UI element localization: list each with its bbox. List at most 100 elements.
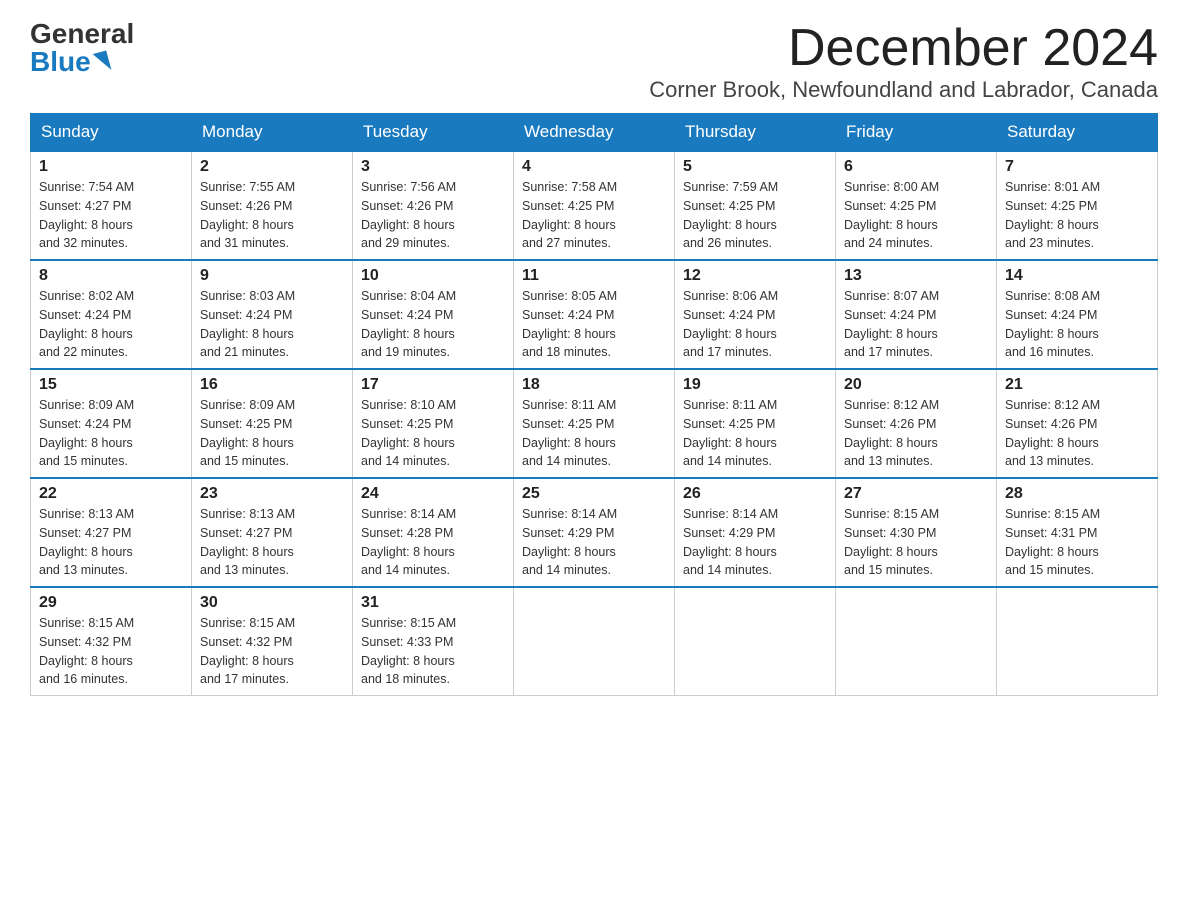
day-number: 24 xyxy=(361,485,505,503)
day-number: 13 xyxy=(844,267,988,285)
calendar-cell: 2 Sunrise: 7:55 AMSunset: 4:26 PMDayligh… xyxy=(192,151,353,260)
logo-general-text: General xyxy=(30,20,134,48)
day-number: 8 xyxy=(39,267,183,285)
calendar-cell: 9 Sunrise: 8:03 AMSunset: 4:24 PMDayligh… xyxy=(192,260,353,369)
day-info: Sunrise: 8:00 AMSunset: 4:25 PMDaylight:… xyxy=(844,180,939,250)
day-number: 10 xyxy=(361,267,505,285)
day-info: Sunrise: 7:59 AMSunset: 4:25 PMDaylight:… xyxy=(683,180,778,250)
calendar-cell xyxy=(514,587,675,696)
logo-blue-text: Blue xyxy=(30,48,109,76)
calendar-cell: 1 Sunrise: 7:54 AMSunset: 4:27 PMDayligh… xyxy=(31,151,192,260)
day-info: Sunrise: 8:15 AMSunset: 4:32 PMDaylight:… xyxy=(39,616,134,686)
title-block: December 2024 Corner Brook, Newfoundland… xyxy=(649,20,1158,103)
logo-triangle-icon xyxy=(92,51,111,74)
calendar-cell: 11 Sunrise: 8:05 AMSunset: 4:24 PMDaylig… xyxy=(514,260,675,369)
day-number: 2 xyxy=(200,158,344,176)
day-info: Sunrise: 8:09 AMSunset: 4:25 PMDaylight:… xyxy=(200,398,295,468)
day-number: 30 xyxy=(200,594,344,612)
day-number: 19 xyxy=(683,376,827,394)
header: General Blue December 2024 Corner Brook,… xyxy=(30,20,1158,103)
day-number: 18 xyxy=(522,376,666,394)
day-info: Sunrise: 8:14 AMSunset: 4:28 PMDaylight:… xyxy=(361,507,456,577)
day-number: 9 xyxy=(200,267,344,285)
day-info: Sunrise: 8:02 AMSunset: 4:24 PMDaylight:… xyxy=(39,289,134,359)
day-info: Sunrise: 8:01 AMSunset: 4:25 PMDaylight:… xyxy=(1005,180,1100,250)
day-number: 11 xyxy=(522,267,666,285)
day-number: 7 xyxy=(1005,158,1149,176)
calendar-cell: 21 Sunrise: 8:12 AMSunset: 4:26 PMDaylig… xyxy=(997,369,1158,478)
calendar-cell: 18 Sunrise: 8:11 AMSunset: 4:25 PMDaylig… xyxy=(514,369,675,478)
day-info: Sunrise: 8:03 AMSunset: 4:24 PMDaylight:… xyxy=(200,289,295,359)
week-row-3: 15 Sunrise: 8:09 AMSunset: 4:24 PMDaylig… xyxy=(31,369,1158,478)
day-number: 4 xyxy=(522,158,666,176)
calendar-cell: 29 Sunrise: 8:15 AMSunset: 4:32 PMDaylig… xyxy=(31,587,192,696)
day-number: 1 xyxy=(39,158,183,176)
col-header-saturday: Saturday xyxy=(997,114,1158,152)
day-info: Sunrise: 8:08 AMSunset: 4:24 PMDaylight:… xyxy=(1005,289,1100,359)
calendar-cell: 4 Sunrise: 7:58 AMSunset: 4:25 PMDayligh… xyxy=(514,151,675,260)
day-info: Sunrise: 8:11 AMSunset: 4:25 PMDaylight:… xyxy=(522,398,616,468)
location-title: Corner Brook, Newfoundland and Labrador,… xyxy=(649,77,1158,103)
col-header-monday: Monday xyxy=(192,114,353,152)
calendar-cell: 13 Sunrise: 8:07 AMSunset: 4:24 PMDaylig… xyxy=(836,260,997,369)
calendar-cell: 23 Sunrise: 8:13 AMSunset: 4:27 PMDaylig… xyxy=(192,478,353,587)
calendar-cell: 16 Sunrise: 8:09 AMSunset: 4:25 PMDaylig… xyxy=(192,369,353,478)
day-info: Sunrise: 7:54 AMSunset: 4:27 PMDaylight:… xyxy=(39,180,134,250)
day-number: 25 xyxy=(522,485,666,503)
day-number: 22 xyxy=(39,485,183,503)
day-info: Sunrise: 7:56 AMSunset: 4:26 PMDaylight:… xyxy=(361,180,456,250)
day-number: 29 xyxy=(39,594,183,612)
calendar-table: SundayMondayTuesdayWednesdayThursdayFrid… xyxy=(30,113,1158,696)
day-info: Sunrise: 8:05 AMSunset: 4:24 PMDaylight:… xyxy=(522,289,617,359)
week-row-4: 22 Sunrise: 8:13 AMSunset: 4:27 PMDaylig… xyxy=(31,478,1158,587)
calendar-cell: 27 Sunrise: 8:15 AMSunset: 4:30 PMDaylig… xyxy=(836,478,997,587)
day-info: Sunrise: 8:13 AMSunset: 4:27 PMDaylight:… xyxy=(39,507,134,577)
day-info: Sunrise: 8:06 AMSunset: 4:24 PMDaylight:… xyxy=(683,289,778,359)
day-info: Sunrise: 8:12 AMSunset: 4:26 PMDaylight:… xyxy=(1005,398,1100,468)
calendar-cell: 7 Sunrise: 8:01 AMSunset: 4:25 PMDayligh… xyxy=(997,151,1158,260)
day-info: Sunrise: 8:15 AMSunset: 4:31 PMDaylight:… xyxy=(1005,507,1100,577)
day-info: Sunrise: 8:14 AMSunset: 4:29 PMDaylight:… xyxy=(522,507,617,577)
calendar-cell: 12 Sunrise: 8:06 AMSunset: 4:24 PMDaylig… xyxy=(675,260,836,369)
day-number: 5 xyxy=(683,158,827,176)
day-info: Sunrise: 8:15 AMSunset: 4:33 PMDaylight:… xyxy=(361,616,456,686)
week-row-2: 8 Sunrise: 8:02 AMSunset: 4:24 PMDayligh… xyxy=(31,260,1158,369)
calendar-cell: 5 Sunrise: 7:59 AMSunset: 4:25 PMDayligh… xyxy=(675,151,836,260)
col-header-tuesday: Tuesday xyxy=(353,114,514,152)
day-number: 14 xyxy=(1005,267,1149,285)
day-number: 26 xyxy=(683,485,827,503)
day-number: 31 xyxy=(361,594,505,612)
day-number: 20 xyxy=(844,376,988,394)
calendar-cell: 28 Sunrise: 8:15 AMSunset: 4:31 PMDaylig… xyxy=(997,478,1158,587)
calendar-cell: 25 Sunrise: 8:14 AMSunset: 4:29 PMDaylig… xyxy=(514,478,675,587)
day-info: Sunrise: 8:12 AMSunset: 4:26 PMDaylight:… xyxy=(844,398,939,468)
calendar-cell: 19 Sunrise: 8:11 AMSunset: 4:25 PMDaylig… xyxy=(675,369,836,478)
day-info: Sunrise: 8:14 AMSunset: 4:29 PMDaylight:… xyxy=(683,507,778,577)
calendar-cell: 10 Sunrise: 8:04 AMSunset: 4:24 PMDaylig… xyxy=(353,260,514,369)
calendar-cell: 20 Sunrise: 8:12 AMSunset: 4:26 PMDaylig… xyxy=(836,369,997,478)
day-number: 28 xyxy=(1005,485,1149,503)
calendar-cell: 3 Sunrise: 7:56 AMSunset: 4:26 PMDayligh… xyxy=(353,151,514,260)
calendar-cell xyxy=(997,587,1158,696)
calendar-cell: 17 Sunrise: 8:10 AMSunset: 4:25 PMDaylig… xyxy=(353,369,514,478)
day-number: 6 xyxy=(844,158,988,176)
day-number: 12 xyxy=(683,267,827,285)
day-info: Sunrise: 8:11 AMSunset: 4:25 PMDaylight:… xyxy=(683,398,777,468)
day-number: 23 xyxy=(200,485,344,503)
day-info: Sunrise: 8:15 AMSunset: 4:32 PMDaylight:… xyxy=(200,616,295,686)
calendar-cell: 8 Sunrise: 8:02 AMSunset: 4:24 PMDayligh… xyxy=(31,260,192,369)
week-row-5: 29 Sunrise: 8:15 AMSunset: 4:32 PMDaylig… xyxy=(31,587,1158,696)
col-header-thursday: Thursday xyxy=(675,114,836,152)
logo: General Blue xyxy=(30,20,134,76)
day-number: 15 xyxy=(39,376,183,394)
day-number: 16 xyxy=(200,376,344,394)
day-header-row: SundayMondayTuesdayWednesdayThursdayFrid… xyxy=(31,114,1158,152)
day-info: Sunrise: 8:07 AMSunset: 4:24 PMDaylight:… xyxy=(844,289,939,359)
calendar-cell: 30 Sunrise: 8:15 AMSunset: 4:32 PMDaylig… xyxy=(192,587,353,696)
day-number: 3 xyxy=(361,158,505,176)
calendar-cell: 15 Sunrise: 8:09 AMSunset: 4:24 PMDaylig… xyxy=(31,369,192,478)
day-info: Sunrise: 7:58 AMSunset: 4:25 PMDaylight:… xyxy=(522,180,617,250)
col-header-sunday: Sunday xyxy=(31,114,192,152)
day-info: Sunrise: 8:10 AMSunset: 4:25 PMDaylight:… xyxy=(361,398,456,468)
calendar-cell xyxy=(675,587,836,696)
